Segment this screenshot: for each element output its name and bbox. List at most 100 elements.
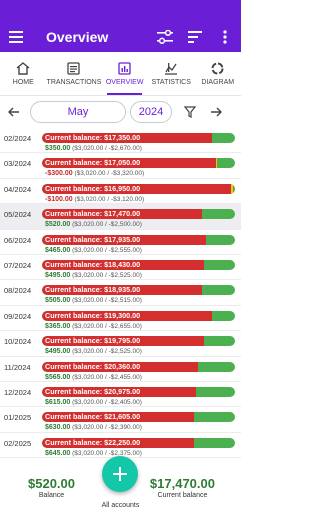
row-date: 09/2024 [4, 311, 32, 321]
income-expense-detail: ($3,020.00 / -$2,670.00) [72, 145, 142, 152]
sort-icon[interactable] [185, 27, 205, 47]
month-row[interactable]: 06/2024 Current balance: $17,935.00 $465.0… [0, 230, 241, 255]
row-summary: $645.00 ($3,020.00 / -$2,375.00) [42, 450, 237, 457]
row-summary: -$100.00 ($3,020.00 / -$3,120.00) [42, 196, 237, 203]
home-icon [16, 61, 30, 75]
balance-label: Current balance: $16,950.00 [45, 183, 141, 193]
month-row[interactable]: 03/2024 Current balance: $17,050.00 -$300.… [0, 153, 241, 179]
balance-bar: Current balance: $20,975.00 [42, 386, 235, 397]
month-row[interactable]: 01/2025 Current balance: $21,605.00 $630.0… [0, 407, 241, 433]
arrow-left-icon[interactable] [4, 102, 24, 122]
menu-icon[interactable] [6, 27, 26, 47]
balance-label: Current balance: $18,935.00 [45, 285, 141, 295]
statistics-icon [165, 62, 178, 75]
balance-bar: Current balance: $17,470.00 [42, 209, 235, 220]
tune-icon[interactable] [155, 27, 175, 47]
month-row[interactable]: 08/2024 Current balance: $18,935.00 $505.0… [0, 280, 241, 306]
row-date: 06/2024 [4, 235, 32, 245]
year-selector[interactable]: 2024 [130, 101, 172, 123]
page-title: Overview [46, 29, 109, 45]
more-vert-icon[interactable] [215, 27, 235, 47]
balance-label: Current balance: $17,050.00 [45, 158, 141, 168]
net-amount: $365.00 [45, 322, 71, 330]
net-amount: $520.00 [45, 221, 71, 229]
row-summary: $365.00 ($3,020.00 / -$2,655.00) [42, 323, 237, 330]
month-row[interactable]: 05/2024 Current balance: $17,470.00 $520.0… [0, 204, 241, 230]
net-amount: $495.00 [45, 348, 71, 356]
balance-bar: Current balance: $17,350.00 [42, 133, 235, 143]
balance-bar: Current balance: $20,360.00 [42, 361, 235, 372]
row-date: 05/2024 [4, 210, 32, 220]
income-expense-detail: ($3,020.00 / -$2,655.00) [72, 322, 142, 330]
row-date: 12/2024 [4, 387, 32, 397]
tab-label: DIAGRAM [201, 78, 235, 86]
tab-transactions[interactable]: TRANSACTIONS [46, 52, 102, 95]
row-summary: $520.00 ($3,020.00 / -$2,500.00) [42, 221, 237, 228]
add-button[interactable] [102, 456, 138, 492]
app-bar: Overview [0, 22, 241, 52]
income-expense-detail: ($3,020.00 / -$2,375.00) [72, 449, 142, 457]
balance-bar: Current balance: $19,300.00 [42, 310, 235, 321]
month-row[interactable]: 11/2024 Current balance: $20,360.00 $565.0… [0, 357, 241, 382]
tab-overview[interactable]: OVERVIEW [101, 52, 148, 95]
net-amount: $645.00 [45, 449, 71, 457]
income-expense-detail: ($3,020.00 / -$2,390.00) [72, 424, 142, 432]
row-body: Current balance: $17,350.00 $350.00 ($3,0… [42, 133, 237, 152]
month-row[interactable]: 09/2024 Current balance: $19,300.00 $365.0… [0, 306, 241, 332]
month-row[interactable]: 04/2024 Current balance: $16,950.00 -$100.… [0, 179, 241, 205]
balance-summary: $520.00 Balance [28, 476, 75, 499]
overview-list: 02/2024 Current balance: $17,350.00 $350.0… [0, 128, 241, 459]
row-summary: $505.00 ($3,020.00 / -$2,515.00) [42, 297, 237, 304]
row-summary: $630.00 ($3,020.00 / -$2,390.00) [42, 424, 237, 431]
row-summary: -$300.00 ($3,020.00 / -$3,320.00) [42, 170, 237, 177]
period-selector: May 2024 [0, 96, 241, 128]
month-row[interactable]: 10/2024 Current balance: $19,795.00 $495.0… [0, 331, 241, 357]
month-selector[interactable]: May [30, 101, 126, 123]
row-date: 02/2025 [4, 438, 32, 448]
bar-chart-icon [118, 61, 131, 75]
balance-label: Current balance: $20,975.00 [45, 386, 141, 396]
month-row[interactable]: 02/2025 Current balance: $22,250.00 $645.0… [0, 433, 241, 459]
balance-label: Current balance: $18,430.00 [45, 259, 141, 269]
row-summary: $465.00 ($3,020.00 / -$2,555.00) [42, 247, 237, 254]
balance-label: Current balance: $19,795.00 [45, 336, 141, 346]
pie-chart-icon [211, 62, 224, 74]
income-expense-detail: ($3,020.00 / -$3,320.00) [74, 170, 145, 178]
net-amount: $630.00 [45, 424, 71, 432]
income-expense-detail: ($3,020.00 / -$3,120.00) [74, 195, 145, 203]
filter-icon[interactable] [180, 102, 200, 122]
tab-diagram[interactable]: DIAGRAM [194, 52, 241, 95]
tab-label: TRANSACTIONS [46, 78, 102, 86]
row-date: 02/2024 [4, 134, 32, 143]
row-body: Current balance: $22,250.00 $645.00 ($3,0… [42, 437, 237, 457]
balance-label: Current balance: $22,250.00 [45, 437, 141, 447]
balance-bar: Current balance: $19,795.00 [42, 336, 235, 347]
row-body: Current balance: $20,360.00 $565.00 ($3,0… [42, 361, 237, 381]
balance-label: Current balance: $17,935.00 [45, 234, 141, 244]
row-date: 08/2024 [4, 286, 32, 296]
income-expense-detail: ($3,020.00 / -$2,405.00) [72, 398, 142, 406]
accounts-label[interactable]: All accounts [0, 502, 241, 509]
balance-bar: Current balance: $18,430.00 [42, 259, 235, 270]
row-summary: $495.00 ($3,020.00 / -$2,525.00) [42, 348, 237, 355]
row-date: 11/2024 [4, 362, 31, 372]
current-balance-amount: $17,470.00 [149, 476, 215, 491]
month-row[interactable]: 07/2024 Current balance: $18,430.00 $495.0… [0, 255, 241, 281]
row-date: 04/2024 [4, 184, 32, 194]
row-date: 07/2024 [4, 260, 32, 270]
status-bar [0, 0, 241, 22]
income-expense-detail: ($3,020.00 / -$2,525.00) [72, 348, 142, 356]
month-row[interactable]: 02/2024 Current balance: $17,350.00 $350.0… [0, 128, 241, 154]
tab-statistics[interactable]: STATISTICS [148, 52, 195, 95]
income-expense-detail: ($3,020.00 / -$2,525.00) [72, 271, 142, 279]
balance-bar: Current balance: $18,935.00 [42, 285, 235, 296]
tab-home[interactable]: HOME [0, 52, 47, 95]
row-body: Current balance: $19,300.00 $365.00 ($3,0… [42, 310, 237, 330]
row-body: Current balance: $18,430.00 $495.00 ($3,0… [42, 259, 237, 279]
net-amount: $565.00 [45, 373, 71, 381]
net-amount: $350.00 [45, 145, 71, 152]
arrow-right-icon[interactable] [206, 102, 226, 122]
row-body: Current balance: $17,470.00 $520.00 ($3,0… [42, 209, 237, 228]
month-row[interactable]: 12/2024 Current balance: $20,975.00 $615.0… [0, 382, 241, 408]
balance-bar: Current balance: $22,250.00 [42, 437, 235, 448]
